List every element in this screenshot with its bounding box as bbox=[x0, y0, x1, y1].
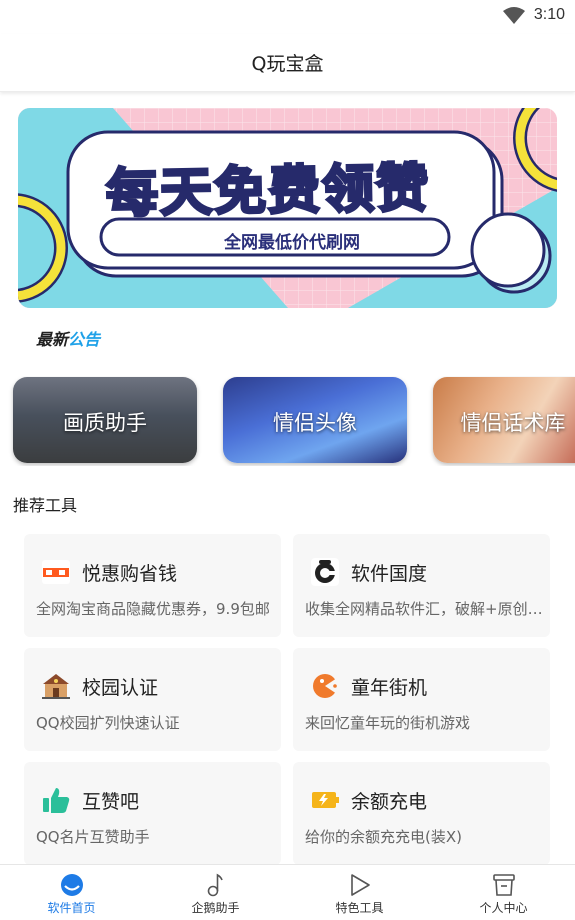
play-icon bbox=[351, 874, 370, 896]
tool-desc: 全网淘宝商品隐藏优惠券，9.9包邮 bbox=[36, 600, 270, 618]
section-title: 推荐工具 bbox=[13, 496, 78, 515]
school-icon bbox=[42, 674, 70, 699]
tool-card[interactable]: 童年街机 来回忆童年玩的街机游戏 bbox=[293, 648, 550, 751]
nav-item-home[interactable]: 软件首页 bbox=[0, 865, 143, 920]
tool-desc: 来回忆童年玩的街机游戏 bbox=[305, 714, 471, 732]
bottom-nav: 软件首页 企鹅助手 特色工具 个人中心 bbox=[0, 864, 575, 920]
home-icon bbox=[61, 874, 83, 896]
thumbs-up-icon bbox=[43, 788, 70, 813]
tool-desc: 给你的余额充充电(装X) bbox=[305, 828, 462, 846]
tool-card[interactable]: 互赞吧 QQ名片互赞助手 bbox=[24, 762, 281, 865]
app-bar: Q玩宝盒 bbox=[0, 34, 575, 92]
tool-name: 童年街机 bbox=[351, 677, 428, 699]
card-label: 情侣话术库 bbox=[460, 411, 566, 435]
status-bar: 3:10 bbox=[0, 0, 575, 34]
tool-card[interactable]: 余额充电 给你的余额充充电(装X) bbox=[293, 762, 550, 865]
tool-card[interactable]: 校园认证 QQ校园扩列快速认证 bbox=[24, 648, 281, 751]
tool-name: 悦惠购省钱 bbox=[82, 563, 178, 585]
music-note-icon bbox=[207, 873, 223, 897]
tool-desc: QQ校园扩列快速认证 bbox=[36, 714, 180, 732]
tool-name: 软件国度 bbox=[351, 563, 428, 585]
arcade-icon bbox=[313, 674, 337, 698]
nav-item-featured-tools[interactable]: 特色工具 bbox=[288, 865, 431, 920]
carousel-card-quality[interactable]: 画质助手 bbox=[13, 377, 197, 463]
nav-item-penguin-helper[interactable]: 企鹅助手 bbox=[144, 865, 287, 920]
card-label: 画质助手 bbox=[63, 411, 147, 435]
banner-headline: 每天免费领赞 bbox=[104, 157, 432, 226]
taoquan-icon bbox=[42, 560, 70, 584]
card-label: 情侣头像 bbox=[273, 411, 357, 435]
notice-logo-part2: 公告 bbox=[68, 330, 101, 349]
cup-icon bbox=[493, 874, 515, 896]
carousel-card-avatar[interactable]: 情侣头像 bbox=[223, 377, 407, 463]
tool-name: 余额充电 bbox=[351, 791, 428, 813]
nav-label: 个人中心 bbox=[479, 901, 528, 915]
tool-name: 互赞吧 bbox=[82, 791, 140, 813]
nav-label: 企鹅助手 bbox=[191, 901, 240, 915]
nav-label: 软件首页 bbox=[47, 901, 96, 915]
status-time: 3:10 bbox=[533, 6, 565, 23]
notice-logo[interactable]: 最新公告 bbox=[36, 326, 100, 350]
wifi-icon bbox=[503, 7, 525, 24]
tool-name: 校园认证 bbox=[82, 677, 159, 699]
tool-desc: 收集全网精品软件汇，破解+原创软件 bbox=[305, 600, 543, 618]
nav-label: 特色工具 bbox=[335, 901, 384, 915]
carousel-card-phrases[interactable]: 情侣话术库 bbox=[433, 377, 575, 463]
battery-icon bbox=[312, 792, 339, 808]
banner-subline: 全网最低价代刷网 bbox=[224, 233, 360, 253]
promo-banner[interactable]: 每天免费领赞 全网最低价代刷网 bbox=[18, 108, 557, 308]
software-icon bbox=[311, 558, 339, 586]
feature-carousel[interactable]: 画质助手 情侣头像 情侣话术库 bbox=[0, 376, 575, 466]
app-title: Q玩宝盒 bbox=[251, 53, 324, 75]
nav-item-profile[interactable]: 个人中心 bbox=[432, 865, 575, 920]
tool-desc: QQ名片互赞助手 bbox=[36, 828, 150, 846]
notice-logo-part1: 最新 bbox=[36, 330, 69, 349]
tool-card[interactable]: 悦惠购省钱 全网淘宝商品隐藏优惠券，9.9包邮 bbox=[24, 534, 281, 637]
tool-card[interactable]: 软件国度 收集全网精品软件汇，破解+原创软件 bbox=[293, 534, 550, 637]
